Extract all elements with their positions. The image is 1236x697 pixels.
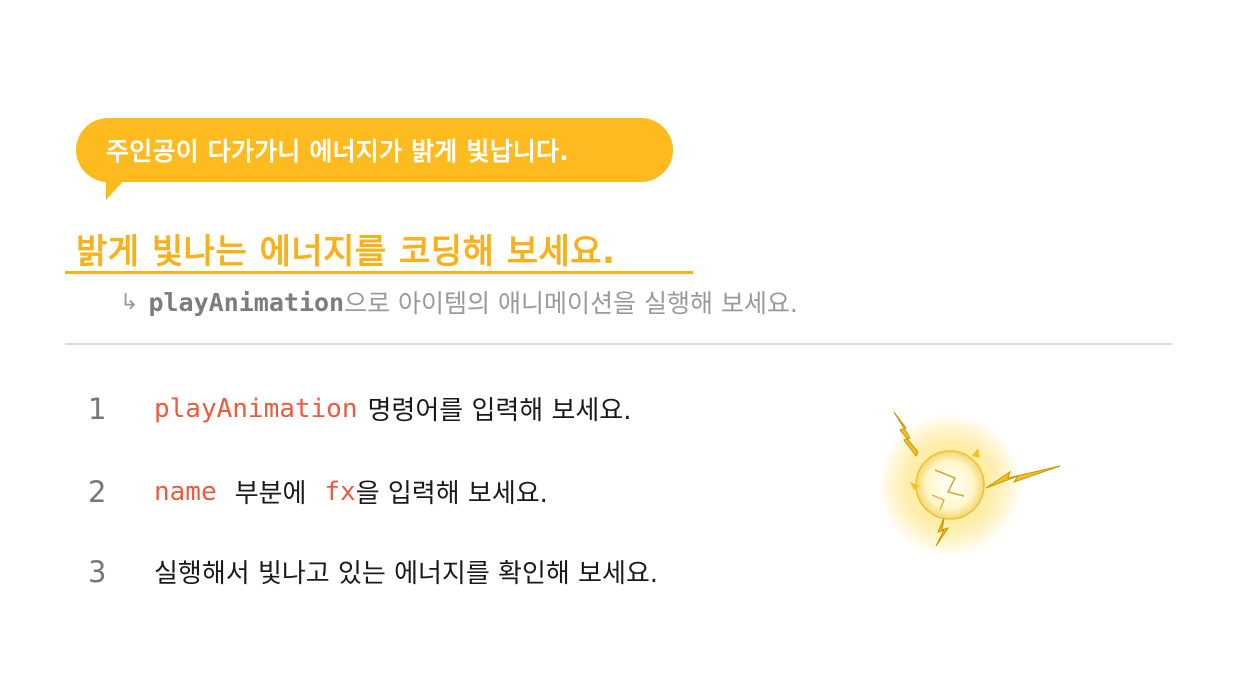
instruction-page: 주인공이 다가가니 에너지가 밝게 빛납니다. 밝게 빛나는 에너지를 코딩해 … <box>0 0 1236 697</box>
mission-title: 밝게 빛나는 에너지를 코딩해 보세요. <box>76 232 616 272</box>
hint-code: playAnimation <box>148 287 345 317</box>
step-number: 2 <box>88 474 107 509</box>
step-description: 을 입력해 보세요. <box>355 479 548 509</box>
hint-line: ↳ playAnimation 으로 아이템의 애니메이션을 실행해 보세요. <box>120 284 798 320</box>
step-text: 실행해서 빛나고 있는 에너지를 확인해 보세요. <box>154 553 658 590</box>
step-code: playAnimation <box>154 393 358 424</box>
speech-bubble-text: 주인공이 다가가니 에너지가 밝게 빛납니다. <box>106 137 569 166</box>
return-arrow-icon: ↳ <box>120 289 139 315</box>
step-number: 1 <box>88 391 107 426</box>
step-code-secondary: fx <box>324 476 356 507</box>
title-underline <box>65 271 693 274</box>
step-code: name <box>154 476 217 507</box>
speech-bubble-tail <box>106 176 128 200</box>
glowing-energy-orb-icon <box>878 411 1061 557</box>
step-description-mid: 부분에 <box>234 479 307 509</box>
step-text: playAnimation 명령어를 입력해 보세요. <box>154 390 632 427</box>
step-number: 3 <box>88 554 107 589</box>
step-text: name 부분에 fx 을 입력해 보세요. <box>154 473 548 510</box>
step-description: 명령어를 입력해 보세요. <box>367 396 632 426</box>
step-1: 1 playAnimation 명령어를 입력해 보세요. <box>88 390 632 427</box>
hint-text: 으로 아이템의 애니메이션을 실행해 보세요. <box>344 289 798 318</box>
step-description: 실행해서 빛나고 있는 에너지를 확인해 보세요. <box>154 559 659 589</box>
step-2: 2 name 부분에 fx 을 입력해 보세요. <box>88 473 548 510</box>
speech-bubble: 주인공이 다가가니 에너지가 밝게 빛납니다. <box>76 118 673 182</box>
divider <box>65 343 1172 345</box>
step-3: 3 실행해서 빛나고 있는 에너지를 확인해 보세요. <box>88 553 658 590</box>
